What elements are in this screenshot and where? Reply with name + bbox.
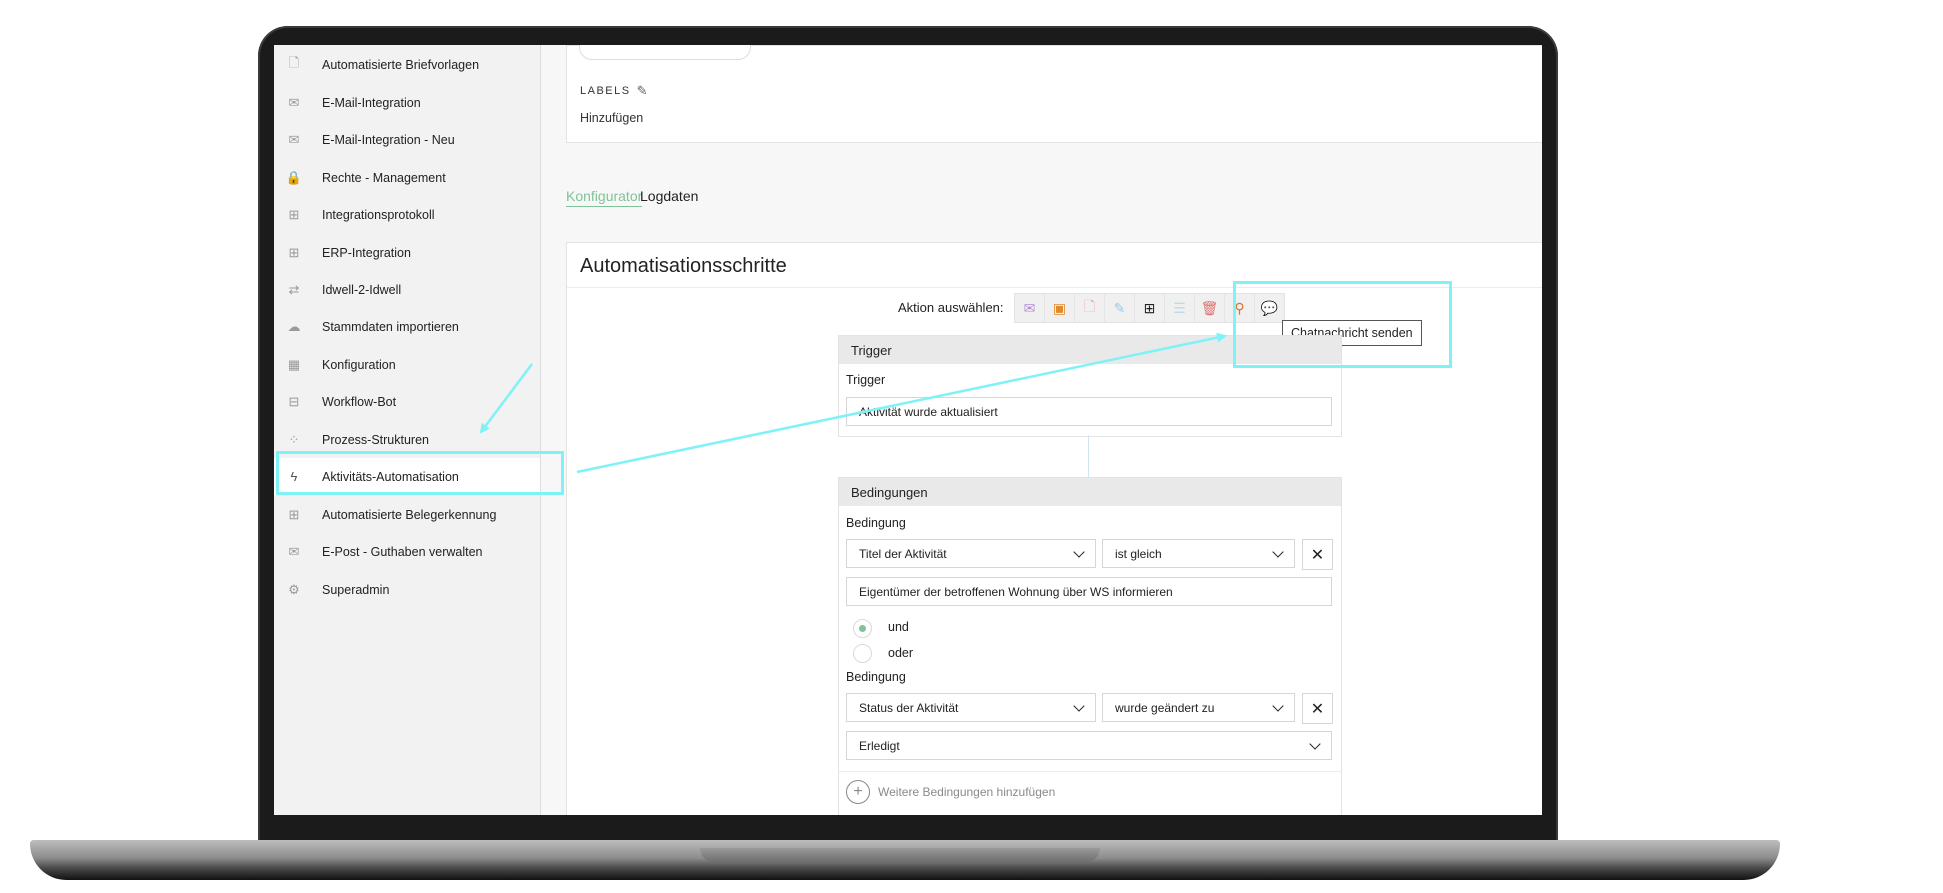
arrow-to-chat-button (576, 332, 1227, 474)
annotation-arrows (479, 332, 1227, 474)
arrow-to-sidebar (479, 363, 533, 434)
